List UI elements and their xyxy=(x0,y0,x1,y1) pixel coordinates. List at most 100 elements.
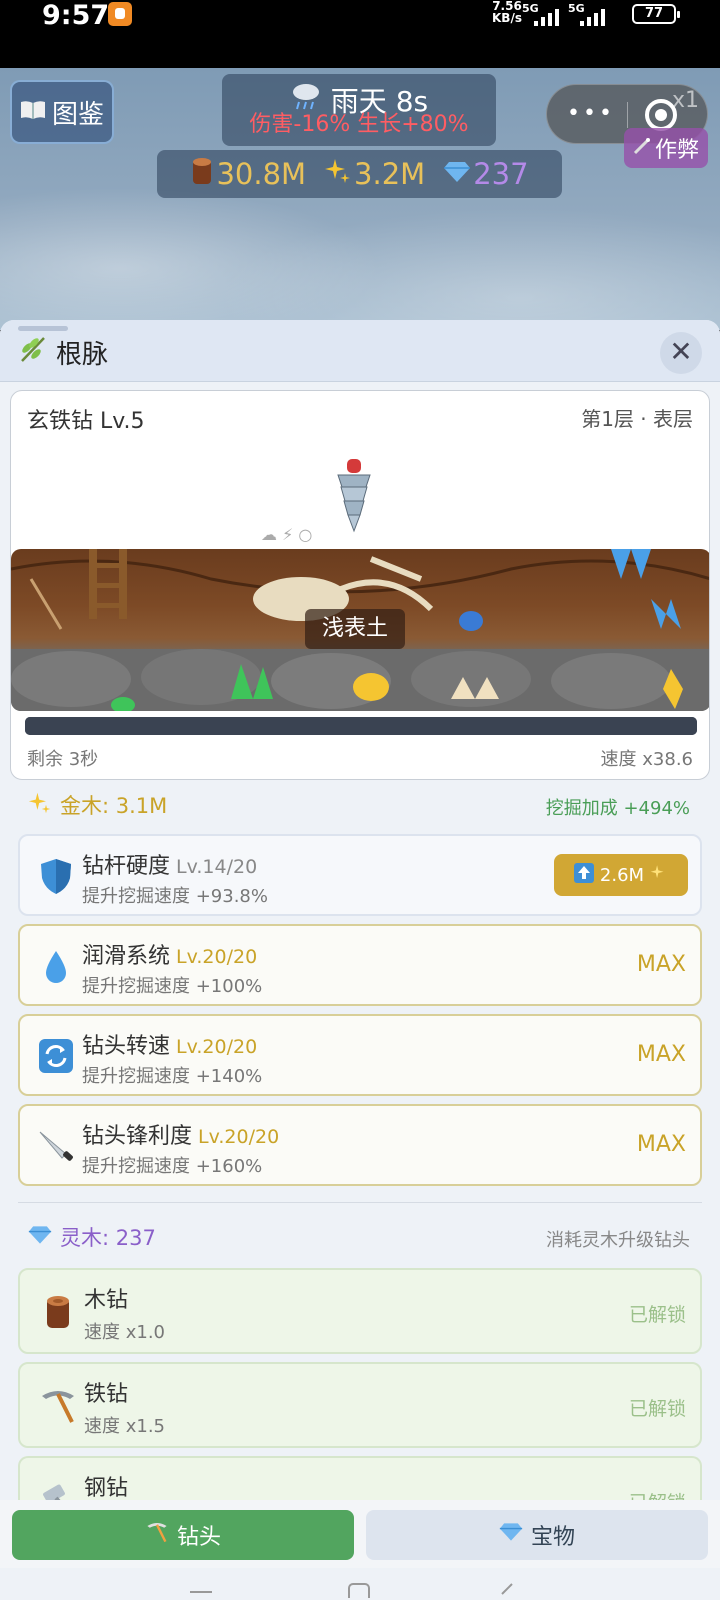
spirit-wood-label: 灵木: 237 xyxy=(60,1226,156,1250)
game-speed-multiplier[interactable]: x1 xyxy=(672,88,699,113)
upgrade-title: 润滑系统 xyxy=(82,944,171,969)
gold-wood-header: 金木: 3.1M xyxy=(28,790,167,820)
gold-wood-value: 3.2M xyxy=(354,157,426,191)
clock: 9:57 xyxy=(42,0,110,31)
dig-progress-fill xyxy=(25,717,697,735)
upgrade-level: Lv.20/20 xyxy=(176,946,258,968)
panel-title-text: 根脉 xyxy=(56,340,109,370)
drill-layer: 第1层 · 表层 xyxy=(581,407,693,431)
root-vein-panel: 根脉 ✕ 玄铁钻 Lv.5 第1层 · 表层 ☁ ⚡ ○ 浅表土 剩余 3秒 速… xyxy=(0,320,720,1600)
wood-log-icon xyxy=(190,156,214,193)
upgrade-title: 钻杆硬度 xyxy=(82,854,171,879)
upgrade-level: Lv.20/20 xyxy=(176,1036,258,1058)
time-remaining: 剩余 3秒 xyxy=(27,749,99,770)
recent-apps-icon[interactable] xyxy=(186,1582,216,1598)
bit-name: 钢钻 xyxy=(84,1476,129,1501)
sparkle-icon xyxy=(324,157,352,192)
tab-drill[interactable]: 钻头 xyxy=(12,1510,354,1560)
upgrade-buy-button[interactable]: 2.6M xyxy=(554,854,688,896)
sparkle-icon xyxy=(650,864,668,887)
diamond-icon xyxy=(443,157,471,191)
back-icon[interactable] xyxy=(494,1582,520,1598)
upgrade-card-lubrication: 润滑系统 Lv.20/20 提升挖掘速度 +100% MAX xyxy=(18,924,702,1006)
upgrade-name: 钻杆硬度 Lv.14/20 xyxy=(82,848,257,880)
refresh-icon xyxy=(39,1039,73,1073)
bit-name: 木钻 xyxy=(84,1288,129,1313)
upgrade-desc: 提升挖掘速度 +100% xyxy=(82,976,263,997)
network-speed: 7.56 KB/s xyxy=(492,0,522,24)
droplet-icon xyxy=(46,951,66,983)
weather-title-row: 雨天 8s xyxy=(222,74,496,118)
gold-wood-label: 金木: 3.1M xyxy=(60,794,168,818)
upgrade-name: 钻头转速 Lv.20/20 xyxy=(82,1028,257,1060)
section-divider xyxy=(18,1202,702,1203)
resource-gold-wood: 3.2M xyxy=(324,157,425,192)
diamond-icon xyxy=(499,1521,523,1549)
resource-spirit-wood: 237 xyxy=(443,157,529,191)
upgrade-max-label: MAX xyxy=(636,952,686,977)
sprout-icon xyxy=(18,334,48,371)
upgrade-level: Lv.14/20 xyxy=(176,856,258,878)
cheat-button[interactable]: 作弊 xyxy=(624,128,708,168)
bit-speed: 速度 x1.0 xyxy=(84,1322,165,1343)
game-scene: 图鉴 雨天 8s 伤害-16% 生长+80% 30.8M 3.2M 237 ••… xyxy=(0,68,720,330)
resource-bar: 30.8M 3.2M 237 xyxy=(157,150,562,198)
tab-treasure-label: 宝物 xyxy=(530,1525,575,1550)
spirit-wood-header: 灵木: 237 xyxy=(28,1222,156,1252)
drag-handle[interactable] xyxy=(18,326,68,331)
notification-app-icon xyxy=(108,2,132,26)
home-icon[interactable] xyxy=(346,1582,372,1598)
upgrade-name: 钻头锋利度 Lv.20/20 xyxy=(82,1118,279,1150)
codex-button[interactable]: 图鉴 xyxy=(10,80,114,144)
bit-card-iron[interactable]: 铁钻 速度 x1.5 已解锁 xyxy=(18,1362,702,1448)
upgrade-title: 钻头转速 xyxy=(82,1034,171,1059)
upgrade-desc: 提升挖掘速度 +93.8% xyxy=(82,886,268,907)
knife-icon xyxy=(39,1131,73,1161)
upgrade-desc: 提升挖掘速度 +160% xyxy=(82,1156,263,1177)
bit-card-steel[interactable]: 钢钻 已解锁 xyxy=(18,1456,702,1504)
soil-layer-scene: 浅表土 xyxy=(11,549,709,711)
bit-unlocked-label: 已解锁 xyxy=(628,1398,686,1420)
bit-name: 铁钻 xyxy=(84,1382,129,1407)
codex-label: 图鉴 xyxy=(51,99,104,130)
book-icon xyxy=(20,97,46,127)
weather-banner: 雨天 8s 伤害-16% 生长+80% xyxy=(222,74,496,146)
system-nav-bar xyxy=(0,1582,720,1600)
upgrade-title: 钻头锋利度 xyxy=(82,1124,193,1149)
panel-header: 根脉 ✕ xyxy=(0,320,720,382)
drill-status-card: 玄铁钻 Lv.5 第1层 · 表层 ☁ ⚡ ○ 浅表土 剩余 3秒 速度 x38… xyxy=(10,390,710,780)
close-icon: ✕ xyxy=(669,335,693,368)
weather-effect: 伤害-16% 生长+80% xyxy=(249,112,469,137)
panel-title: 根脉 xyxy=(18,334,108,371)
dust-effect-icon: ☁ ⚡ ○ xyxy=(261,525,313,544)
shield-icon xyxy=(41,859,71,894)
capsule-divider xyxy=(627,102,628,128)
upgrade-card-bit-sharpness: 钻头锋利度 Lv.20/20 提升挖掘速度 +160% MAX xyxy=(18,1104,702,1186)
bit-card-wood[interactable]: 木钻 速度 x1.0 已解锁 xyxy=(18,1268,702,1354)
resource-wood: 30.8M xyxy=(190,156,306,193)
dig-bonus: 挖掘加成 +494% xyxy=(545,798,690,819)
upgrade-max-label: MAX xyxy=(636,1132,686,1157)
more-icon[interactable]: ••• xyxy=(567,101,615,126)
wand-icon xyxy=(633,136,651,161)
drill-name: 玄铁钻 Lv.5 xyxy=(27,409,145,434)
upgrade-card-bit-rpm: 钻头转速 Lv.20/20 提升挖掘速度 +140% MAX xyxy=(18,1014,702,1096)
upgrade-cost: 2.6M xyxy=(599,864,645,886)
signal-sim1-icon: 5G xyxy=(522,2,570,26)
sparkle-icon xyxy=(28,791,52,820)
signal-sim2-icon: 5G xyxy=(568,2,616,26)
tab-drill-label: 钻头 xyxy=(176,1525,221,1550)
status-bar: 9:57 7.56 KB/s 5G 5G 77 xyxy=(0,0,720,68)
wood-value: 30.8M xyxy=(216,157,307,191)
pickaxe-icon xyxy=(42,1391,74,1423)
upgrade-card-drill-rod-hardness: 钻杆硬度 Lv.14/20 提升挖掘速度 +93.8% 2.6M xyxy=(18,834,702,916)
tab-treasure[interactable]: 宝物 xyxy=(366,1510,708,1560)
upgrade-level: Lv.20/20 xyxy=(198,1126,280,1148)
upgrade-desc: 提升挖掘速度 +140% xyxy=(82,1066,263,1087)
battery-icon: 77 xyxy=(632,4,680,24)
upgrade-max-label: MAX xyxy=(636,1042,686,1067)
spirit-wood-value: 237 xyxy=(473,157,529,191)
cheat-label: 作弊 xyxy=(654,138,699,163)
pickaxe-icon xyxy=(145,1520,169,1550)
panel-close-button[interactable]: ✕ xyxy=(660,332,702,374)
